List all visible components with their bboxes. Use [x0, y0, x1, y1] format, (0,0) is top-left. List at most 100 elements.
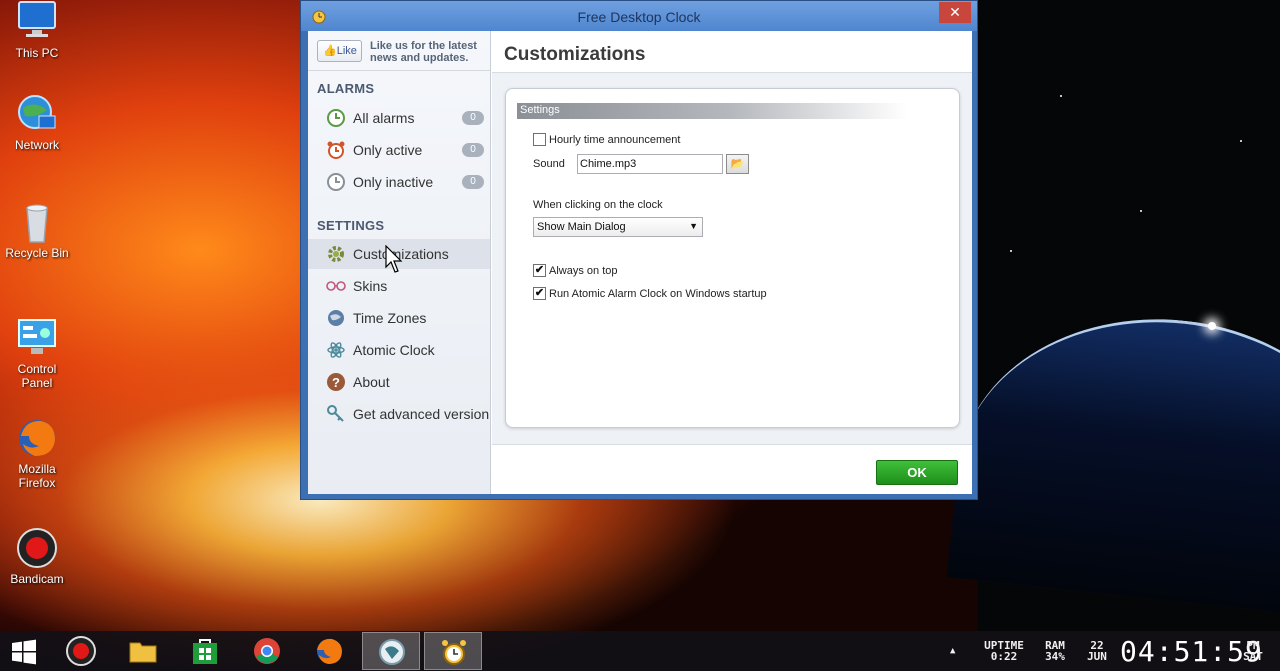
- taskbar-bandicam[interactable]: [52, 632, 110, 670]
- question-icon: ?: [326, 372, 346, 392]
- always-on-top-label: Always on top: [549, 265, 618, 277]
- ram-widget: RAM 34%: [1038, 640, 1072, 671]
- sidebar-item-label: Skins: [353, 278, 388, 294]
- like-box: 👍Like Like us for the latest news and up…: [308, 31, 490, 71]
- uptime-widget: UPTIME 0:22: [978, 640, 1030, 671]
- alarm-clock-icon: [326, 140, 346, 160]
- wallpaper-star: [1240, 140, 1242, 142]
- desktop-icon-label: Recycle Bin: [5, 246, 69, 260]
- taskbar-app-generic[interactable]: [362, 632, 420, 670]
- desktop-icon-bandicam[interactable]: Bandicam: [4, 526, 70, 586]
- folder-open-icon: 📂: [730, 158, 745, 170]
- wallpaper-star: [1010, 250, 1012, 252]
- globe-icon: [326, 308, 346, 328]
- count-badge: 0: [462, 175, 484, 189]
- sidebar-item-label: All alarms: [353, 110, 415, 126]
- uptime-value: 0:22: [990, 650, 1018, 663]
- count-badge: 0: [462, 143, 484, 157]
- click-action-select[interactable]: Show Main Dialog ▼: [533, 217, 703, 237]
- sound-field[interactable]: [577, 154, 723, 174]
- count-badge: 0: [462, 111, 484, 125]
- like-button[interactable]: 👍Like: [317, 40, 362, 62]
- wallpaper-star: [1140, 210, 1142, 212]
- taskbar-firefox[interactable]: [300, 632, 358, 670]
- run-on-startup-label: Run Atomic Alarm Clock on Windows startu…: [549, 288, 767, 300]
- run-on-startup-checkbox[interactable]: ✔: [533, 287, 546, 300]
- close-button[interactable]: ✕: [939, 2, 971, 23]
- ram-value: 34%: [1045, 650, 1065, 663]
- recycle-bin-icon: [15, 200, 59, 244]
- taskbar-free-desktop-clock[interactable]: [424, 632, 482, 670]
- sidebar-item-about[interactable]: ? About: [308, 367, 490, 397]
- window-title: Free Desktop Clock: [577, 9, 701, 25]
- sidebar-item-label: Atomic Clock: [353, 342, 435, 358]
- sidebar-item-label: Only active: [353, 142, 423, 158]
- desktop-icon-this-pc[interactable]: This PC: [4, 0, 70, 60]
- wallpaper-star: [1208, 322, 1216, 330]
- sidebar-item-label: Get advanced version: [353, 406, 490, 422]
- desktop-icon-label: Network: [14, 138, 59, 152]
- sidebar-item-only-inactive[interactable]: Only inactive 0: [308, 167, 490, 197]
- key-icon: [326, 404, 346, 424]
- sidebar-item-get-advanced-version[interactable]: Get advanced version: [308, 399, 490, 429]
- mouse-cursor-icon: [385, 244, 405, 275]
- taskbar-store[interactable]: [176, 632, 234, 670]
- start-button[interactable]: [0, 632, 50, 670]
- glasses-icon: [326, 276, 346, 296]
- store-icon: [190, 636, 220, 666]
- thumbs-up-icon: 👍: [323, 45, 337, 57]
- weekday-label: SAT: [1243, 650, 1263, 663]
- desktop-icon-label: Bandicam: [10, 572, 64, 586]
- sidebar-item-label: About: [353, 374, 390, 390]
- browse-sound-button[interactable]: 📂: [726, 154, 749, 174]
- main-panel: Customizations Settings Hourly time anno…: [492, 31, 972, 494]
- alarms-heading: ALARMS: [317, 81, 375, 96]
- desktop-icon-recycle-bin[interactable]: Recycle Bin: [4, 200, 70, 260]
- desktop-icon-firefox[interactable]: Mozilla Firefox: [4, 416, 70, 490]
- sidebar-item-time-zones[interactable]: Time Zones: [308, 303, 490, 333]
- windows-logo-icon: [11, 639, 41, 669]
- click-action-value: Show Main Dialog: [537, 221, 626, 233]
- clock-inactive-icon: [326, 172, 346, 192]
- computer-icon: [15, 0, 59, 44]
- desktop-icon-label: This PC: [15, 46, 59, 60]
- app-globe-icon: [377, 637, 407, 667]
- taskbar: ▲ UPTIME 0:22 RAM 34% 22 JUN 04:51:59 PM…: [0, 631, 1280, 671]
- desktop-icon-label: Mozilla Firefox: [18, 462, 56, 490]
- window-client: 👍Like Like us for the latest news and up…: [308, 31, 972, 494]
- settings-panel: Settings Hourly time announcement Sound …: [505, 88, 960, 428]
- firefox-icon: [314, 636, 344, 666]
- clock-icon: [326, 108, 346, 128]
- hourly-announcement-label: Hourly time announcement: [549, 134, 681, 146]
- sidebar-item-only-active[interactable]: Only active 0: [308, 135, 490, 165]
- control-panel-icon: [15, 316, 59, 360]
- title-bar[interactable]: Free Desktop Clock ✕: [301, 1, 977, 31]
- sidebar-item-label: Only inactive: [353, 174, 434, 190]
- alarm-clock-icon: [439, 637, 469, 667]
- show-hidden-icons-button[interactable]: ▲: [950, 646, 966, 671]
- page-title: Customizations: [492, 31, 972, 73]
- atom-icon: [326, 340, 346, 360]
- date-month: JUN: [1087, 650, 1107, 663]
- desktop-icon-control-panel[interactable]: Control Panel: [4, 316, 70, 390]
- ampm-widget: PM SAT: [1238, 640, 1268, 671]
- svg-text:?: ?: [332, 375, 340, 390]
- sidebar-item-all-alarms[interactable]: All alarms 0: [308, 103, 490, 133]
- always-on-top-checkbox[interactable]: ✔: [533, 264, 546, 277]
- date-widget: 22 JUN: [1082, 640, 1112, 671]
- like-button-label: Like: [336, 45, 357, 57]
- sidebar-item-atomic-clock[interactable]: Atomic Clock: [308, 335, 490, 365]
- hourly-announcement-checkbox[interactable]: [533, 133, 546, 146]
- sound-label: Sound: [533, 158, 565, 170]
- gear-icon: [326, 244, 346, 264]
- taskbar-chrome[interactable]: [238, 632, 296, 670]
- taskbar-file-explorer[interactable]: [114, 632, 172, 670]
- ok-button[interactable]: OK: [876, 460, 958, 485]
- like-text: Like us for the latest news and updates.: [370, 40, 477, 64]
- desktop-icon-network[interactable]: Network: [4, 92, 70, 152]
- sidebar-item-skins[interactable]: Skins: [308, 271, 490, 301]
- chrome-icon: [252, 636, 282, 666]
- sidebar-item-label: Time Zones: [353, 310, 427, 326]
- record-icon: [66, 636, 96, 666]
- firefox-icon: [15, 416, 59, 460]
